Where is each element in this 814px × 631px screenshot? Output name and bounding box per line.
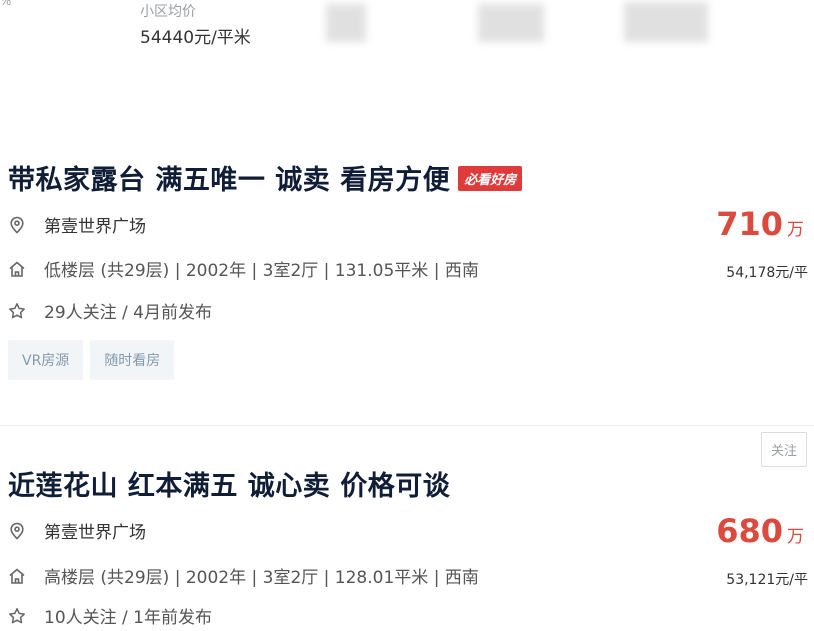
follow-button[interactable]: 关注 — [760, 432, 807, 467]
location-pin-icon — [8, 522, 26, 540]
house-icon — [8, 260, 26, 278]
listing-page: % 小区均价 54440元/平米 带私家露台 满五唯一 诚卖 看房方便 必看好房… — [0, 0, 814, 631]
star-icon — [8, 607, 26, 625]
must-see-badge: 必看好房 — [458, 166, 523, 191]
listing-title-row: 近莲花山 红本满五 诚心卖 价格可谈 — [8, 464, 450, 503]
community-row: 第壹世界广场 — [8, 212, 146, 237]
blurred-image — [326, 4, 366, 42]
total-price-unit: 万 — [787, 220, 804, 240]
listing-title[interactable]: 带私家露台 满五唯一 诚卖 看房方便 — [8, 158, 450, 197]
blurred-image — [478, 4, 544, 42]
follow-info-row: 10人关注 / 1年前发布 — [8, 603, 212, 628]
house-info-row: 高楼层 (共29层) | 2002年 | 3室2厅 | 128.01平米 | 西… — [8, 563, 479, 588]
community-link[interactable]: 第壹世界广场 — [44, 212, 146, 237]
total-price: 710 万 — [716, 205, 804, 243]
avg-price-label: 小区均价 — [140, 4, 196, 20]
unit-price: 53,121元/平 — [726, 572, 808, 588]
community-summary: % 小区均价 54440元/平米 — [0, 0, 814, 60]
avg-price-value: 54440元/平米 — [140, 28, 251, 48]
total-price-value: 680 — [716, 512, 783, 550]
tag-vr: VR房源 — [8, 340, 84, 380]
unit-price: 54,178元/平 — [726, 265, 808, 281]
cropped-text: % — [0, 0, 12, 8]
listing-card[interactable]: 关注 近莲花山 红本满五 诚心卖 价格可谈 第壹世界广场 高楼层 (共29层) … — [0, 425, 814, 631]
house-info: 高楼层 (共29层) | 2002年 | 3室2厅 | 128.01平米 | 西… — [44, 568, 479, 588]
house-info-row: 低楼层 (共29层) | 2002年 | 3室2厅 | 131.05平米 | 西… — [8, 256, 479, 281]
follow-info: 29人关注 / 4月前发布 — [44, 303, 212, 323]
community-link[interactable]: 第壹世界广场 — [44, 518, 146, 543]
tag-anytime-viewing: 随时看房 — [90, 340, 175, 380]
total-price-value: 710 — [716, 205, 783, 243]
listing-title[interactable]: 近莲花山 红本满五 诚心卖 价格可谈 — [8, 464, 450, 503]
blurred-image — [624, 2, 708, 42]
follow-info: 10人关注 / 1年前发布 — [44, 608, 212, 628]
total-price-unit: 万 — [787, 527, 804, 547]
listing-title-row: 带私家露台 满五唯一 诚卖 看房方便 必看好房 — [8, 158, 523, 197]
house-icon — [8, 567, 26, 585]
location-pin-icon — [8, 216, 26, 234]
star-icon — [8, 302, 26, 320]
total-price: 680 万 — [716, 512, 804, 550]
community-row: 第壹世界广场 — [8, 518, 146, 543]
follow-info-row: 29人关注 / 4月前发布 — [8, 298, 212, 323]
tag-list: VR房源 随时看房 — [8, 340, 181, 380]
house-info: 低楼层 (共29层) | 2002年 | 3室2厅 | 131.05平米 | 西… — [44, 261, 479, 281]
listing-card[interactable]: 带私家露台 满五唯一 诚卖 看房方便 必看好房 第壹世界广场 低楼层 (共29层… — [0, 150, 814, 390]
